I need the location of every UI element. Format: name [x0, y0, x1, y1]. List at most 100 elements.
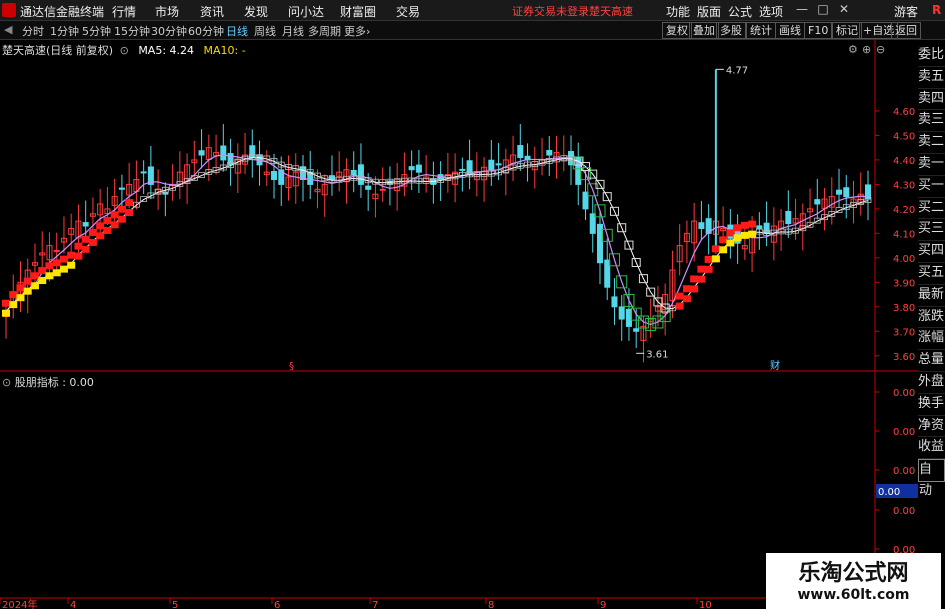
signal-block: [59, 265, 68, 273]
signal-block: [67, 251, 76, 259]
sub-indicator-icon[interactable]: ⊙: [2, 376, 11, 389]
candle-body: [379, 188, 386, 191]
signal-block: [96, 232, 105, 240]
signal-block: [103, 216, 112, 224]
right-panel-item[interactable]: 买四: [918, 241, 945, 263]
right-panel-item[interactable]: 卖三: [918, 110, 945, 133]
signal-block: [697, 265, 706, 273]
r-icon[interactable]: R: [932, 3, 941, 17]
y-tick-label: 4.30: [893, 180, 915, 191]
candle-body: [140, 171, 147, 174]
right-panel-item[interactable]: 买二: [918, 198, 945, 220]
signal-block: [748, 220, 757, 228]
sub-chart-title: ⊙ 股朋指标 : 0.00: [2, 374, 94, 390]
candle-body: [546, 149, 553, 156]
signal-block: [110, 211, 119, 219]
signal-block: [45, 272, 54, 280]
right-panel-item[interactable]: 换手: [918, 394, 945, 416]
signal-block: [23, 277, 32, 285]
y-tick-label: 4.10: [893, 229, 915, 240]
y-tick-label: 3.80: [893, 303, 915, 314]
candle-body: [466, 160, 473, 176]
signal-block: [88, 228, 97, 236]
signal-block: [719, 246, 728, 254]
finance-marker: 财: [770, 359, 780, 372]
signal-block: [67, 261, 76, 269]
high-label: 4.77: [726, 65, 748, 76]
right-panel-item[interactable]: 收益: [918, 437, 945, 460]
right-panel-item[interactable]: 委比: [918, 45, 945, 67]
signal-block: [74, 252, 83, 260]
x-tick-label: 9: [600, 600, 606, 609]
right-panel-item[interactable]: 买三: [918, 219, 945, 242]
signal-block: [9, 291, 18, 299]
signal-block: [682, 285, 691, 293]
signal-block: [23, 287, 32, 295]
x-tick-label: 7: [372, 600, 378, 609]
candle-body: [82, 222, 89, 227]
right-panel-item[interactable]: 卖一: [918, 154, 945, 176]
candle-body: [843, 187, 850, 198]
signal-block: [117, 215, 126, 223]
sub-y-label: 0.00: [893, 427, 915, 438]
signal-block: [38, 277, 47, 285]
right-panel-item[interactable]: 总量: [918, 350, 945, 372]
right-panel-item[interactable]: 自动: [918, 459, 945, 498]
signal-block: [704, 265, 713, 273]
kline-chart[interactable]: 4.60 4.50 4.40 4.30 4.20 4.10 4.00 3.90 3.80 3.70…: [0, 0, 918, 609]
right-panel-item[interactable]: 外盘: [918, 372, 945, 394]
signal-block: [675, 302, 684, 310]
signal-block: [110, 221, 119, 229]
candle-body: [836, 189, 843, 195]
candle-body: [488, 159, 495, 171]
signal-block: [740, 221, 749, 229]
right-panel-item[interactable]: 涨跌: [918, 307, 945, 329]
candle-body: [357, 164, 364, 185]
signal-block: [81, 235, 90, 243]
signal-block: [2, 299, 10, 307]
signal-block: [711, 255, 720, 263]
sub-current-value: 0.00: [878, 487, 900, 498]
candle-body: [517, 145, 524, 158]
signal-block: [719, 236, 728, 244]
candle-body: [365, 185, 372, 190]
y-tick-label: 4.60: [893, 107, 915, 118]
signal-block: [690, 275, 699, 283]
signal-block: [81, 245, 90, 253]
signal-block: [690, 285, 699, 293]
x-tick-label: 5: [172, 600, 178, 609]
right-panel-item[interactable]: 买五: [918, 263, 945, 285]
signal-block: [96, 222, 105, 230]
signal-block: [711, 245, 720, 253]
event-marker: §: [289, 361, 294, 372]
candle-body: [698, 222, 705, 229]
signal-block: [38, 267, 47, 275]
signal-block: [733, 224, 742, 232]
right-panel-item[interactable]: 卖五: [918, 67, 945, 89]
candle-body: [763, 222, 770, 234]
signal-block: [697, 275, 706, 283]
right-panel-item[interactable]: 卖二: [918, 132, 945, 154]
site-watermark: 乐淘公式网 www.60lt.com: [766, 553, 941, 609]
signal-block: [733, 234, 742, 242]
right-panel-item[interactable]: 卖四: [918, 89, 945, 111]
candle-body: [415, 164, 422, 173]
signal-block: [675, 292, 684, 300]
candle-body: [198, 150, 205, 156]
right-panel-item[interactable]: 最新: [918, 285, 945, 307]
y-tick-label: 3.90: [893, 278, 915, 289]
candle-body: [249, 145, 256, 158]
candle-body: [350, 170, 357, 176]
candle-body: [271, 170, 278, 181]
right-panel-item[interactable]: 涨幅: [918, 328, 945, 351]
candle-body: [611, 296, 618, 308]
signal-block: [117, 205, 126, 213]
watermark-title: 乐淘公式网: [798, 561, 909, 586]
low-label: 3.61: [646, 349, 668, 360]
signal-block: [16, 284, 25, 292]
y-tick-label: 3.60: [893, 352, 915, 363]
right-panel-item[interactable]: 买一: [918, 176, 945, 198]
right-panel-item[interactable]: 净资: [918, 416, 945, 438]
signal-block: [74, 242, 83, 250]
signal-block: [103, 226, 112, 234]
